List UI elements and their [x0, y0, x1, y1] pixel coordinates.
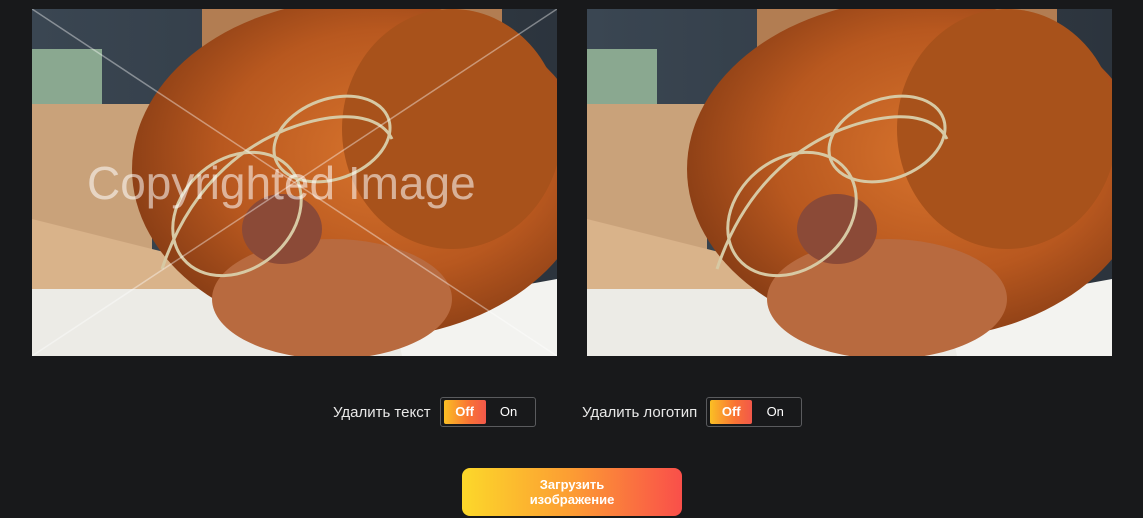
remove-logo-label: Удалить логотип [582, 403, 698, 421]
original-image-preview: Copyrighted Image [32, 9, 557, 356]
remove-text-control: Удалить текст Off On [333, 396, 536, 428]
upload-image-button-label: Загрузить изображение [529, 477, 615, 507]
result-dog-photo [587, 9, 1112, 356]
result-image-preview [587, 9, 1112, 356]
remove-logo-toggle[interactable]: Off On [706, 397, 803, 427]
remove-text-on-option[interactable]: On [486, 400, 532, 424]
remove-text-off-option[interactable]: Off [443, 400, 486, 424]
upload-image-button[interactable]: Загрузить изображение [462, 468, 682, 516]
original-dog-photo: Copyrighted Image [32, 9, 557, 356]
watermark-remover-page: Copyrighted Image Удалить текст Off On У… [0, 0, 1143, 518]
remove-logo-control: Удалить логотип Off On [582, 396, 803, 428]
remove-text-label: Удалить текст [333, 403, 431, 421]
remove-logo-on-option[interactable]: On [752, 400, 798, 424]
remove-logo-off-option[interactable]: Off [710, 400, 753, 424]
watermark-text: Copyrighted Image [87, 157, 476, 209]
remove-text-toggle[interactable]: Off On [439, 397, 536, 427]
